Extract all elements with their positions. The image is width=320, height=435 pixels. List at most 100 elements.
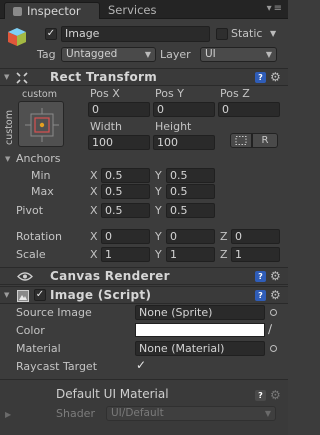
material-title: Default UI Material <box>56 387 169 401</box>
image-component-icon <box>17 290 29 302</box>
pos-y-input[interactable]: 0 <box>153 102 215 117</box>
max-x-value: 0.5 <box>105 185 123 198</box>
tag-dropdown[interactable]: Untagged ▼ <box>61 47 156 62</box>
color-label: Color <box>16 324 45 337</box>
layer-label: Layer <box>160 48 191 61</box>
tab-inspector-label: Inspector <box>27 4 81 18</box>
width-value: 100 <box>92 136 113 149</box>
anchors-fold-icon[interactable]: ▼ <box>5 155 10 163</box>
raycast-target-checkbox[interactable]: ✓ <box>135 359 147 372</box>
max-y-input[interactable]: 0.5 <box>166 184 215 199</box>
rect-transform-icon <box>16 72 28 84</box>
anchor-presets-button[interactable] <box>18 101 64 147</box>
min-x-axis-label: X <box>90 169 98 182</box>
rotation-y-axis-label: Y <box>155 230 162 243</box>
max-x-input[interactable]: 0.5 <box>101 184 150 199</box>
tab-menu-icon[interactable]: ▾≡ <box>267 3 284 14</box>
static-dropdown-icon[interactable]: ▼ <box>270 29 276 38</box>
scale-z-input[interactable]: 1 <box>231 247 280 262</box>
pos-y-value: 0 <box>157 103 164 116</box>
rotation-x-axis-label: X <box>90 230 98 243</box>
material-field[interactable]: None (Material) <box>135 341 265 356</box>
anchor-preset-side-label: custom <box>4 110 15 145</box>
material-fold-icon[interactable]: ▶ <box>5 410 11 419</box>
rotation-y-input[interactable]: 0 <box>166 229 215 244</box>
tab-inspector[interactable]: Inspector <box>4 2 100 19</box>
help-icon[interactable]: ? <box>255 72 266 83</box>
rotation-x-input[interactable]: 0 <box>101 229 150 244</box>
object-picker-icon[interactable] <box>270 309 277 316</box>
image-enabled-checkbox[interactable]: ✓ <box>34 289 46 301</box>
rotation-y-value: 0 <box>170 230 177 243</box>
image-script-title: Image (Script) <box>50 288 152 302</box>
layer-dropdown[interactable]: UI ▼ <box>200 47 277 62</box>
inspector-icon <box>13 7 22 16</box>
help-icon[interactable]: ? <box>255 390 266 401</box>
rotation-z-axis-label: Z <box>220 230 228 243</box>
gear-icon[interactable]: ⚙ <box>270 389 281 401</box>
pivot-x-input[interactable]: 0.5 <box>101 203 150 218</box>
material-value: None (Material) <box>139 342 225 355</box>
shader-label: Shader <box>56 407 95 420</box>
scale-x-axis-label: X <box>90 248 98 261</box>
static-checkbox[interactable] <box>216 28 228 40</box>
pos-x-header: Pos X <box>90 87 120 100</box>
canvas-renderer-header[interactable]: Canvas Renderer ? ⚙ <box>0 267 288 285</box>
pos-z-value: 0 <box>222 103 229 116</box>
object-name-input[interactable]: Image <box>61 26 210 42</box>
object-header: ✓ Image Static ▼ Tag Untagged ▼ Layer UI ▼ <box>0 20 288 68</box>
layer-value: UI <box>205 48 216 60</box>
min-y-input[interactable]: 0.5 <box>166 168 215 183</box>
gear-icon[interactable]: ⚙ <box>270 71 281 83</box>
gear-icon[interactable]: ⚙ <box>270 270 281 282</box>
raw-edit-button[interactable]: R <box>252 133 278 148</box>
scale-x-input[interactable]: 1 <box>101 247 150 262</box>
rotation-z-input[interactable]: 0 <box>231 229 280 244</box>
gameobject-cube-icon <box>8 28 26 46</box>
dotted-rect-icon <box>235 136 247 145</box>
scale-x-value: 1 <box>105 248 112 261</box>
fold-arrow-icon[interactable]: ▼ <box>4 73 9 81</box>
source-image-field[interactable]: None (Sprite) <box>135 305 265 320</box>
shader-dropdown[interactable]: UI/Default ▼ <box>106 406 276 421</box>
image-script-header[interactable]: ▼ ✓ Image (Script) ? ⚙ <box>0 286 288 304</box>
rotation-x-value: 0 <box>105 230 112 243</box>
max-y-value: 0.5 <box>170 185 188 198</box>
tab-services[interactable]: Services <box>100 2 170 19</box>
object-name-text: Image <box>65 27 100 40</box>
pivot-y-axis-label: Y <box>155 204 162 217</box>
width-input[interactable]: 100 <box>88 135 150 150</box>
max-label: Max <box>31 185 54 198</box>
chevron-down-icon: ▼ <box>265 50 272 59</box>
tag-label: Tag <box>37 48 56 61</box>
source-image-value: None (Sprite) <box>139 306 213 319</box>
active-checkbox[interactable]: ✓ <box>45 28 57 40</box>
rect-transform-header[interactable]: ▼ Rect Transform ? ⚙ <box>0 68 288 86</box>
object-picker-icon[interactable] <box>270 345 277 352</box>
scale-y-input[interactable]: 1 <box>166 247 215 262</box>
chevron-down-icon: ▼ <box>264 409 271 418</box>
min-x-input[interactable]: 0.5 <box>101 168 150 183</box>
scale-z-value: 1 <box>235 248 242 261</box>
static-label: Static <box>231 27 263 40</box>
help-icon[interactable]: ? <box>255 290 266 301</box>
blueprint-mode-button[interactable] <box>230 133 252 148</box>
rect-transform-title: Rect Transform <box>50 70 158 84</box>
material-section: Default UI Material ? ⚙ ▶ Shader UI/Defa… <box>0 380 288 435</box>
pivot-y-input[interactable]: 0.5 <box>166 203 215 218</box>
min-x-value: 0.5 <box>105 169 123 182</box>
material-label: Material <box>16 342 61 355</box>
pivot-y-value: 0.5 <box>170 204 188 217</box>
pos-z-header: Pos Z <box>220 87 250 100</box>
gear-icon[interactable]: ⚙ <box>270 289 281 301</box>
pos-x-input[interactable]: 0 <box>88 102 150 117</box>
color-swatch[interactable] <box>135 323 265 337</box>
scale-y-axis-label: Y <box>155 248 162 261</box>
fold-arrow-icon[interactable]: ▼ <box>4 291 9 299</box>
max-x-axis-label: X <box>90 185 98 198</box>
tab-services-label: Services <box>108 3 157 17</box>
eyedropper-icon[interactable]: ∕ <box>268 322 272 336</box>
help-icon[interactable]: ? <box>255 271 266 282</box>
pos-z-input[interactable]: 0 <box>218 102 280 117</box>
height-input[interactable]: 100 <box>153 135 215 150</box>
